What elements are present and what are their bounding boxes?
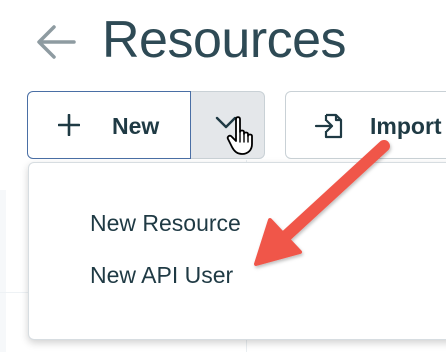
menu-item-new-resource[interactable]: New Resource <box>90 209 241 237</box>
arrow-left-icon[interactable] <box>34 20 78 64</box>
page-title: Resources <box>102 11 347 69</box>
background-panel <box>0 190 6 352</box>
import-icon <box>314 113 343 139</box>
menu-item-new-api-user[interactable]: New API User <box>90 261 233 289</box>
import-button-label: Import <box>370 113 442 139</box>
new-button-label: New <box>112 113 160 139</box>
plus-icon <box>58 114 80 136</box>
new-button[interactable]: New <box>27 91 191 159</box>
new-dropdown-menu: New Resource New API User <box>28 162 446 340</box>
resources-page: Resources New Import New Resource New AP… <box>0 0 446 352</box>
import-button[interactable]: Import <box>285 91 446 159</box>
hand-pointer-icon <box>226 116 253 155</box>
